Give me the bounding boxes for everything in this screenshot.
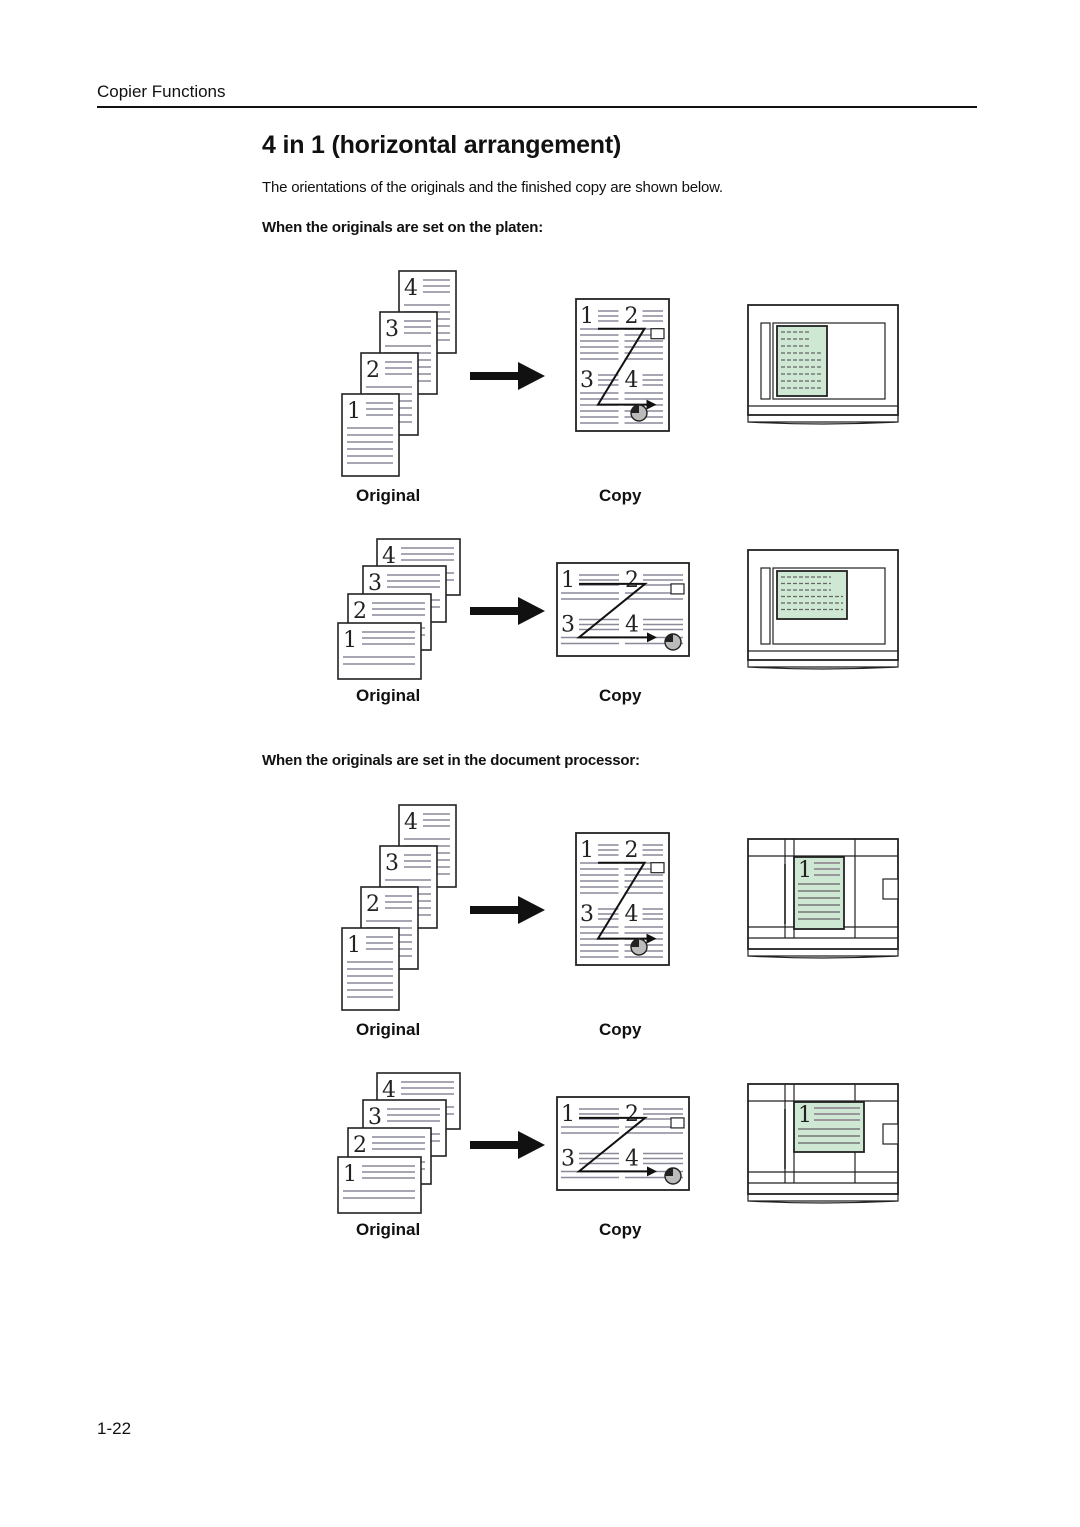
page-number-glyph: 2 [353,599,367,624]
copy-sheet: 1 23 4 [556,1096,690,1191]
copy-label: Copy [599,1220,642,1239]
sheet-border [776,570,848,620]
sheet-border [776,325,828,397]
portrait-originals-diagram: 43211 23 4 [341,270,899,477]
page-number-glyph: 1 [343,628,357,653]
original-label: Original [356,1020,421,1039]
originals-stack: 4321 [341,804,457,1011]
section-heading-document-processor: When the originals are set in the docume… [262,752,640,769]
output-tray [882,1123,899,1145]
original-label: Original [356,686,421,705]
original-sheet: 1 [337,622,422,680]
right-arrow-icon [470,896,545,924]
page-number-glyph: 3 [580,368,594,393]
running-header: Copier Functions [97,82,226,101]
page-number-glyph: 4 [625,368,639,393]
page-number-glyph: 4 [404,276,418,301]
copy-sheet: 1 23 4 [556,562,690,657]
image-box-icon [670,1117,685,1129]
document-processor-device: 1 [747,1083,899,1204]
copy-sheet: 1 2 3 4 [575,832,670,966]
original-in-feeder: 1 [793,856,845,930]
page-number-glyph: 2 [366,358,380,383]
document-processor-device: 1 [747,838,899,959]
original-sheet: 1 [341,927,400,1011]
page-number-glyph: 1 [561,568,575,593]
original-label: Original [356,486,421,505]
intro-text: The orientations of the originals and th… [262,179,723,196]
page-number-glyph: 1 [580,838,594,863]
landscape-originals-diagram: 43211 23 4 [337,538,899,680]
platen-guide [760,322,771,400]
page-number-glyph: 3 [580,902,594,927]
figure-landscape-document-processor: 432112341 Original Copy [330,1066,920,1246]
page-number-glyph: 4 [404,810,418,835]
page-number-glyph: 3 [385,851,399,876]
platen-device [747,549,899,670]
page-number-glyph: 1 [347,399,361,424]
page-number-glyph: 2 [625,304,639,329]
originals-stack: 4321 [337,538,461,680]
copy-label: Copy [599,686,642,705]
image-box-icon [650,328,665,340]
copy-sheet: 1 2 3 4 [575,298,670,432]
platen-device [747,304,899,425]
page-title: 4 in 1 (horizontal arrangement) [262,131,622,159]
right-arrow-icon [470,362,545,390]
copy-label: Copy [599,1020,642,1039]
copy-label: Copy [599,486,642,505]
figure-portrait-platen: 43211234 Original Copy [330,262,920,512]
page-number-glyph: 3 [368,571,382,596]
original-sheet: 1 [341,393,400,477]
page-number-glyph: 1 [798,858,812,883]
platen-guide [760,567,771,645]
header-rule [97,106,977,108]
original-on-glass [776,325,828,397]
original-on-glass [776,570,848,620]
page-number-glyph: 1 [347,933,361,958]
page-number-glyph: 1 [561,1102,575,1127]
image-box-icon [670,583,685,595]
output-tray [882,878,899,900]
page-number-glyph: 2 [353,1133,367,1158]
page-number-glyph: 2 [625,838,639,863]
portrait-originals-diagram: 43211 23 41 [341,804,899,1011]
original-sheet: 1 [337,1156,422,1214]
right-arrow-icon [470,597,545,625]
right-arrow-icon [470,1131,545,1159]
page-number-glyph: 4 [625,613,639,638]
landscape-originals-diagram: 43211 23 41 [337,1072,899,1214]
page-number-glyph: 2 [366,892,380,917]
section-heading-platen: When the originals are set on the platen… [262,219,544,236]
image-box-icon [650,862,665,874]
page-number-glyph: 1 [798,1103,812,1128]
page-number-glyph: 4 [625,1147,639,1172]
page-number-glyph: 1 [343,1162,357,1187]
page-number-glyph: 3 [368,1105,382,1130]
page-number-glyph: 3 [561,613,575,638]
original-label: Original [356,1220,421,1239]
figure-landscape-platen: 43211234 Original Copy [330,532,920,712]
original-in-feeder: 1 [793,1101,865,1153]
originals-stack: 4321 [337,1072,461,1214]
page-number: 1-22 [97,1419,132,1438]
page-number-glyph: 1 [580,304,594,329]
figure-portrait-document-processor: 432112341 Original Copy [330,796,920,1046]
page-number-glyph: 4 [625,902,639,927]
page-number-glyph: 3 [561,1147,575,1172]
page-number-glyph: 3 [385,317,399,342]
originals-stack: 4321 [341,270,457,477]
